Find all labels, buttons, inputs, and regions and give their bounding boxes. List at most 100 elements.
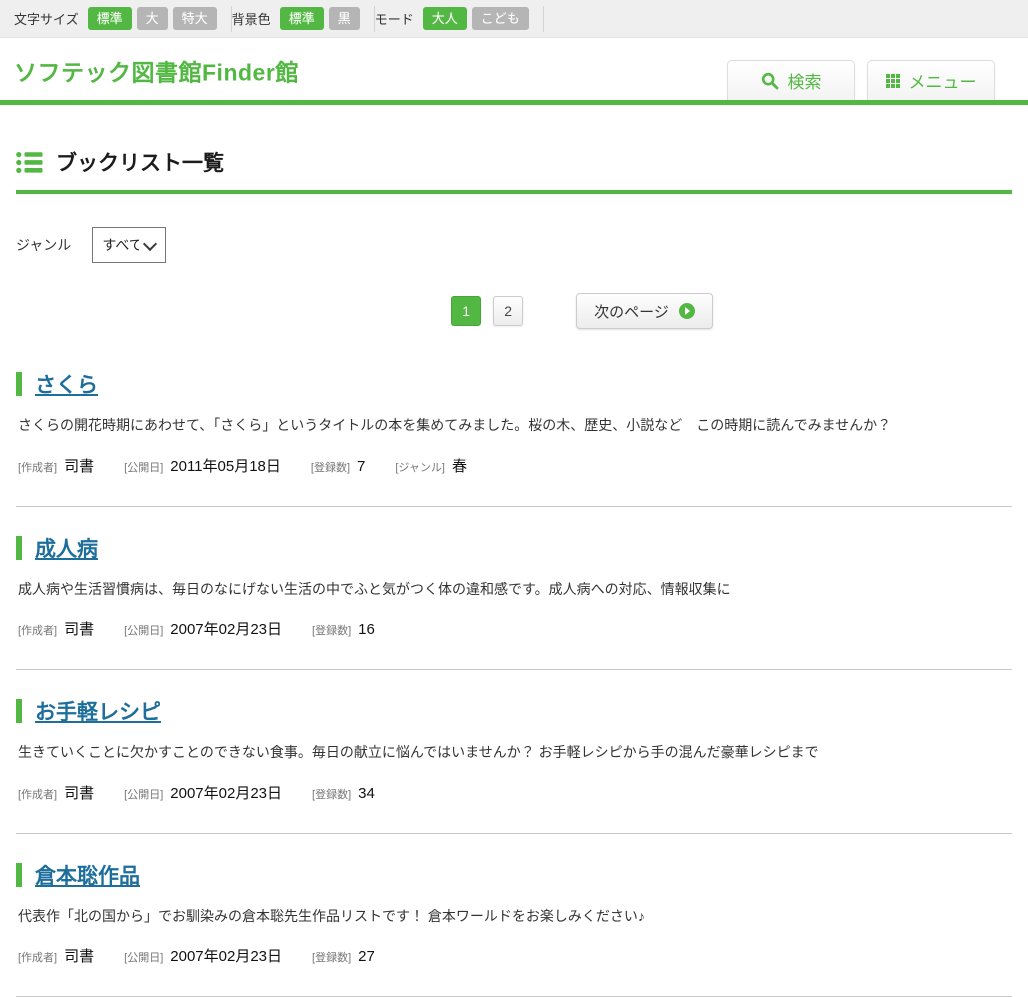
book-title-row: さくら	[16, 369, 1012, 399]
meta-count-label: [登録数]	[312, 952, 351, 964]
meta-genre: [ジャンル] 春	[395, 455, 467, 476]
book-title-link[interactable]: さくら	[35, 369, 98, 399]
list-item: 成人病 成人病や生活習慣病は、毎日のなにげない生活の中でふと気がつく体の違和感で…	[16, 507, 1012, 671]
genre-label: ジャンル	[16, 235, 71, 255]
genre-select[interactable]: すべて	[92, 227, 166, 263]
menu-button[interactable]: メニュー	[867, 60, 995, 100]
meta-author-value: 司書	[64, 785, 94, 802]
genre-filter-row: ジャンル すべて	[16, 227, 1012, 263]
title-accent-bar	[16, 863, 22, 887]
font-size-label: 文字サイズ	[14, 9, 79, 28]
book-title-link[interactable]: 倉本聡作品	[35, 860, 140, 890]
meta-author-value: 司書	[64, 458, 94, 475]
page-number-1[interactable]: 1	[451, 296, 481, 326]
meta-author: [作成者] 司書	[18, 782, 94, 803]
meta-published: [公開日] 2007年02月23日	[124, 618, 282, 639]
meta-published-label: [公開日]	[124, 462, 163, 474]
meta-published: [公開日] 2011年05月18日	[124, 455, 281, 476]
book-meta: [作成者] 司書 [公開日] 2007年02月23日 [登録数] 34	[18, 782, 1012, 803]
next-page-label: 次のページ	[594, 301, 669, 322]
next-page-button[interactable]: 次のページ	[576, 293, 713, 329]
divider	[543, 6, 544, 32]
mode-group: モード 大人 こども	[375, 7, 543, 30]
meta-author-label: [作成者]	[18, 625, 57, 637]
list-icon	[16, 151, 43, 174]
pagination: 1 2 次のページ	[84, 293, 1028, 329]
meta-published-value: 2011年05月18日	[170, 458, 281, 475]
search-button[interactable]: 検索	[727, 60, 855, 100]
meta-genre-value: 春	[452, 458, 467, 475]
meta-author-value: 司書	[64, 621, 94, 638]
book-meta: [作成者] 司書 [公開日] 2007年02月23日 [登録数] 27	[18, 945, 1012, 966]
meta-author-label: [作成者]	[18, 952, 57, 964]
menu-button-label: メニュー	[909, 68, 977, 93]
meta-author: [作成者] 司書	[18, 945, 94, 966]
book-title-link[interactable]: 成人病	[35, 533, 98, 563]
page-title-row: ブックリスト一覧	[16, 147, 1012, 194]
book-title-row: 成人病	[16, 533, 1012, 563]
meta-published-value: 2007年02月23日	[170, 948, 282, 965]
meta-count-label: [登録数]	[312, 625, 351, 637]
search-icon	[761, 72, 779, 90]
accessibility-bar: 文字サイズ 標準 大 特大 背景色 標準 黒 モード 大人 こども	[0, 0, 1028, 38]
meta-published-label: [公開日]	[124, 625, 163, 637]
font-size-xlarge-button[interactable]: 特大	[173, 7, 217, 30]
menu-grid-icon	[886, 74, 900, 88]
meta-published-label: [公開日]	[124, 952, 163, 964]
genre-select-wrap: すべて	[92, 227, 166, 263]
meta-genre-label: [ジャンル]	[395, 462, 445, 474]
meta-published-value: 2007年02月23日	[170, 621, 282, 638]
book-meta: [作成者] 司書 [公開日] 2011年05月18日 [登録数] 7 [ジャンル] 春	[18, 455, 1012, 476]
font-size-standard-button[interactable]: 標準	[88, 7, 132, 30]
meta-count: [登録数] 16	[312, 621, 375, 639]
meta-count-label: [登録数]	[312, 789, 351, 801]
page-number-2[interactable]: 2	[493, 296, 523, 326]
title-accent-bar	[16, 372, 22, 396]
title-accent-bar	[16, 536, 22, 560]
meta-count-value: 7	[357, 458, 365, 475]
header-buttons: 検索 メニュー	[727, 60, 995, 100]
bg-color-label: 背景色	[232, 9, 271, 28]
meta-published-label: [公開日]	[124, 789, 163, 801]
site-header: ソフテック図書館Finder館 検索 メニュー	[0, 38, 1028, 100]
meta-count-value: 27	[358, 948, 375, 965]
book-title-row: 倉本聡作品	[16, 860, 1012, 890]
meta-published: [公開日] 2007年02月23日	[124, 782, 282, 803]
search-button-label: 検索	[788, 68, 822, 93]
next-arrow-icon	[679, 303, 695, 319]
book-list: さくら さくらの開花時期にあわせて、「さくら」というタイトルの本を集めてみました…	[16, 343, 1012, 997]
mode-kids-button[interactable]: こども	[472, 7, 529, 30]
mode-adult-button[interactable]: 大人	[423, 7, 467, 30]
book-description: さくらの開花時期にあわせて、「さくら」というタイトルの本を集めてみました。桜の木…	[18, 416, 1012, 436]
font-size-group: 文字サイズ 標準 大 特大	[14, 7, 231, 30]
meta-author-label: [作成者]	[18, 462, 57, 474]
main-content: ブックリスト一覧 ジャンル すべて 1 2 次のページ さくら さくらの開花時期…	[16, 147, 1012, 997]
title-accent-bar	[16, 699, 22, 723]
header-accent-rule	[0, 100, 1028, 105]
meta-count-label: [登録数]	[311, 462, 350, 474]
meta-count: [登録数] 34	[312, 785, 375, 803]
meta-author: [作成者] 司書	[18, 618, 94, 639]
site-title: ソフテック図書館Finder館	[14, 53, 299, 87]
list-item: さくら さくらの開花時期にあわせて、「さくら」というタイトルの本を集めてみました…	[16, 343, 1012, 507]
meta-count: [登録数] 7	[311, 458, 365, 476]
meta-count: [登録数] 27	[312, 948, 375, 966]
book-description: 成人病や生活習慣病は、毎日のなにげない生活の中でふと気がつく体の違和感です。成人…	[18, 580, 1012, 600]
book-title-link[interactable]: お手軽レシピ	[35, 696, 161, 726]
meta-count-value: 34	[358, 785, 375, 802]
bg-color-group: 背景色 標準 黒	[232, 7, 374, 30]
meta-published-value: 2007年02月23日	[170, 785, 282, 802]
list-item: お手軽レシピ 生きていくことに欠かすことのできない食事。毎日の献立に悩んではいま…	[16, 670, 1012, 834]
book-description: 代表作「北の国から」でお馴染みの倉本聡先生作品リストです！ 倉本ワールドをお楽し…	[18, 907, 1012, 927]
list-item: 倉本聡作品 代表作「北の国から」でお馴染みの倉本聡先生作品リストです！ 倉本ワー…	[16, 834, 1012, 997]
bg-color-standard-button[interactable]: 標準	[280, 7, 324, 30]
meta-count-value: 16	[358, 621, 375, 638]
bg-color-black-button[interactable]: 黒	[329, 7, 360, 30]
font-size-large-button[interactable]: 大	[137, 7, 168, 30]
mode-label: モード	[375, 9, 414, 28]
meta-published: [公開日] 2007年02月23日	[124, 945, 282, 966]
book-meta: [作成者] 司書 [公開日] 2007年02月23日 [登録数] 16	[18, 618, 1012, 639]
meta-author-label: [作成者]	[18, 789, 57, 801]
meta-author-value: 司書	[64, 948, 94, 965]
page-title: ブックリスト一覧	[56, 147, 224, 177]
